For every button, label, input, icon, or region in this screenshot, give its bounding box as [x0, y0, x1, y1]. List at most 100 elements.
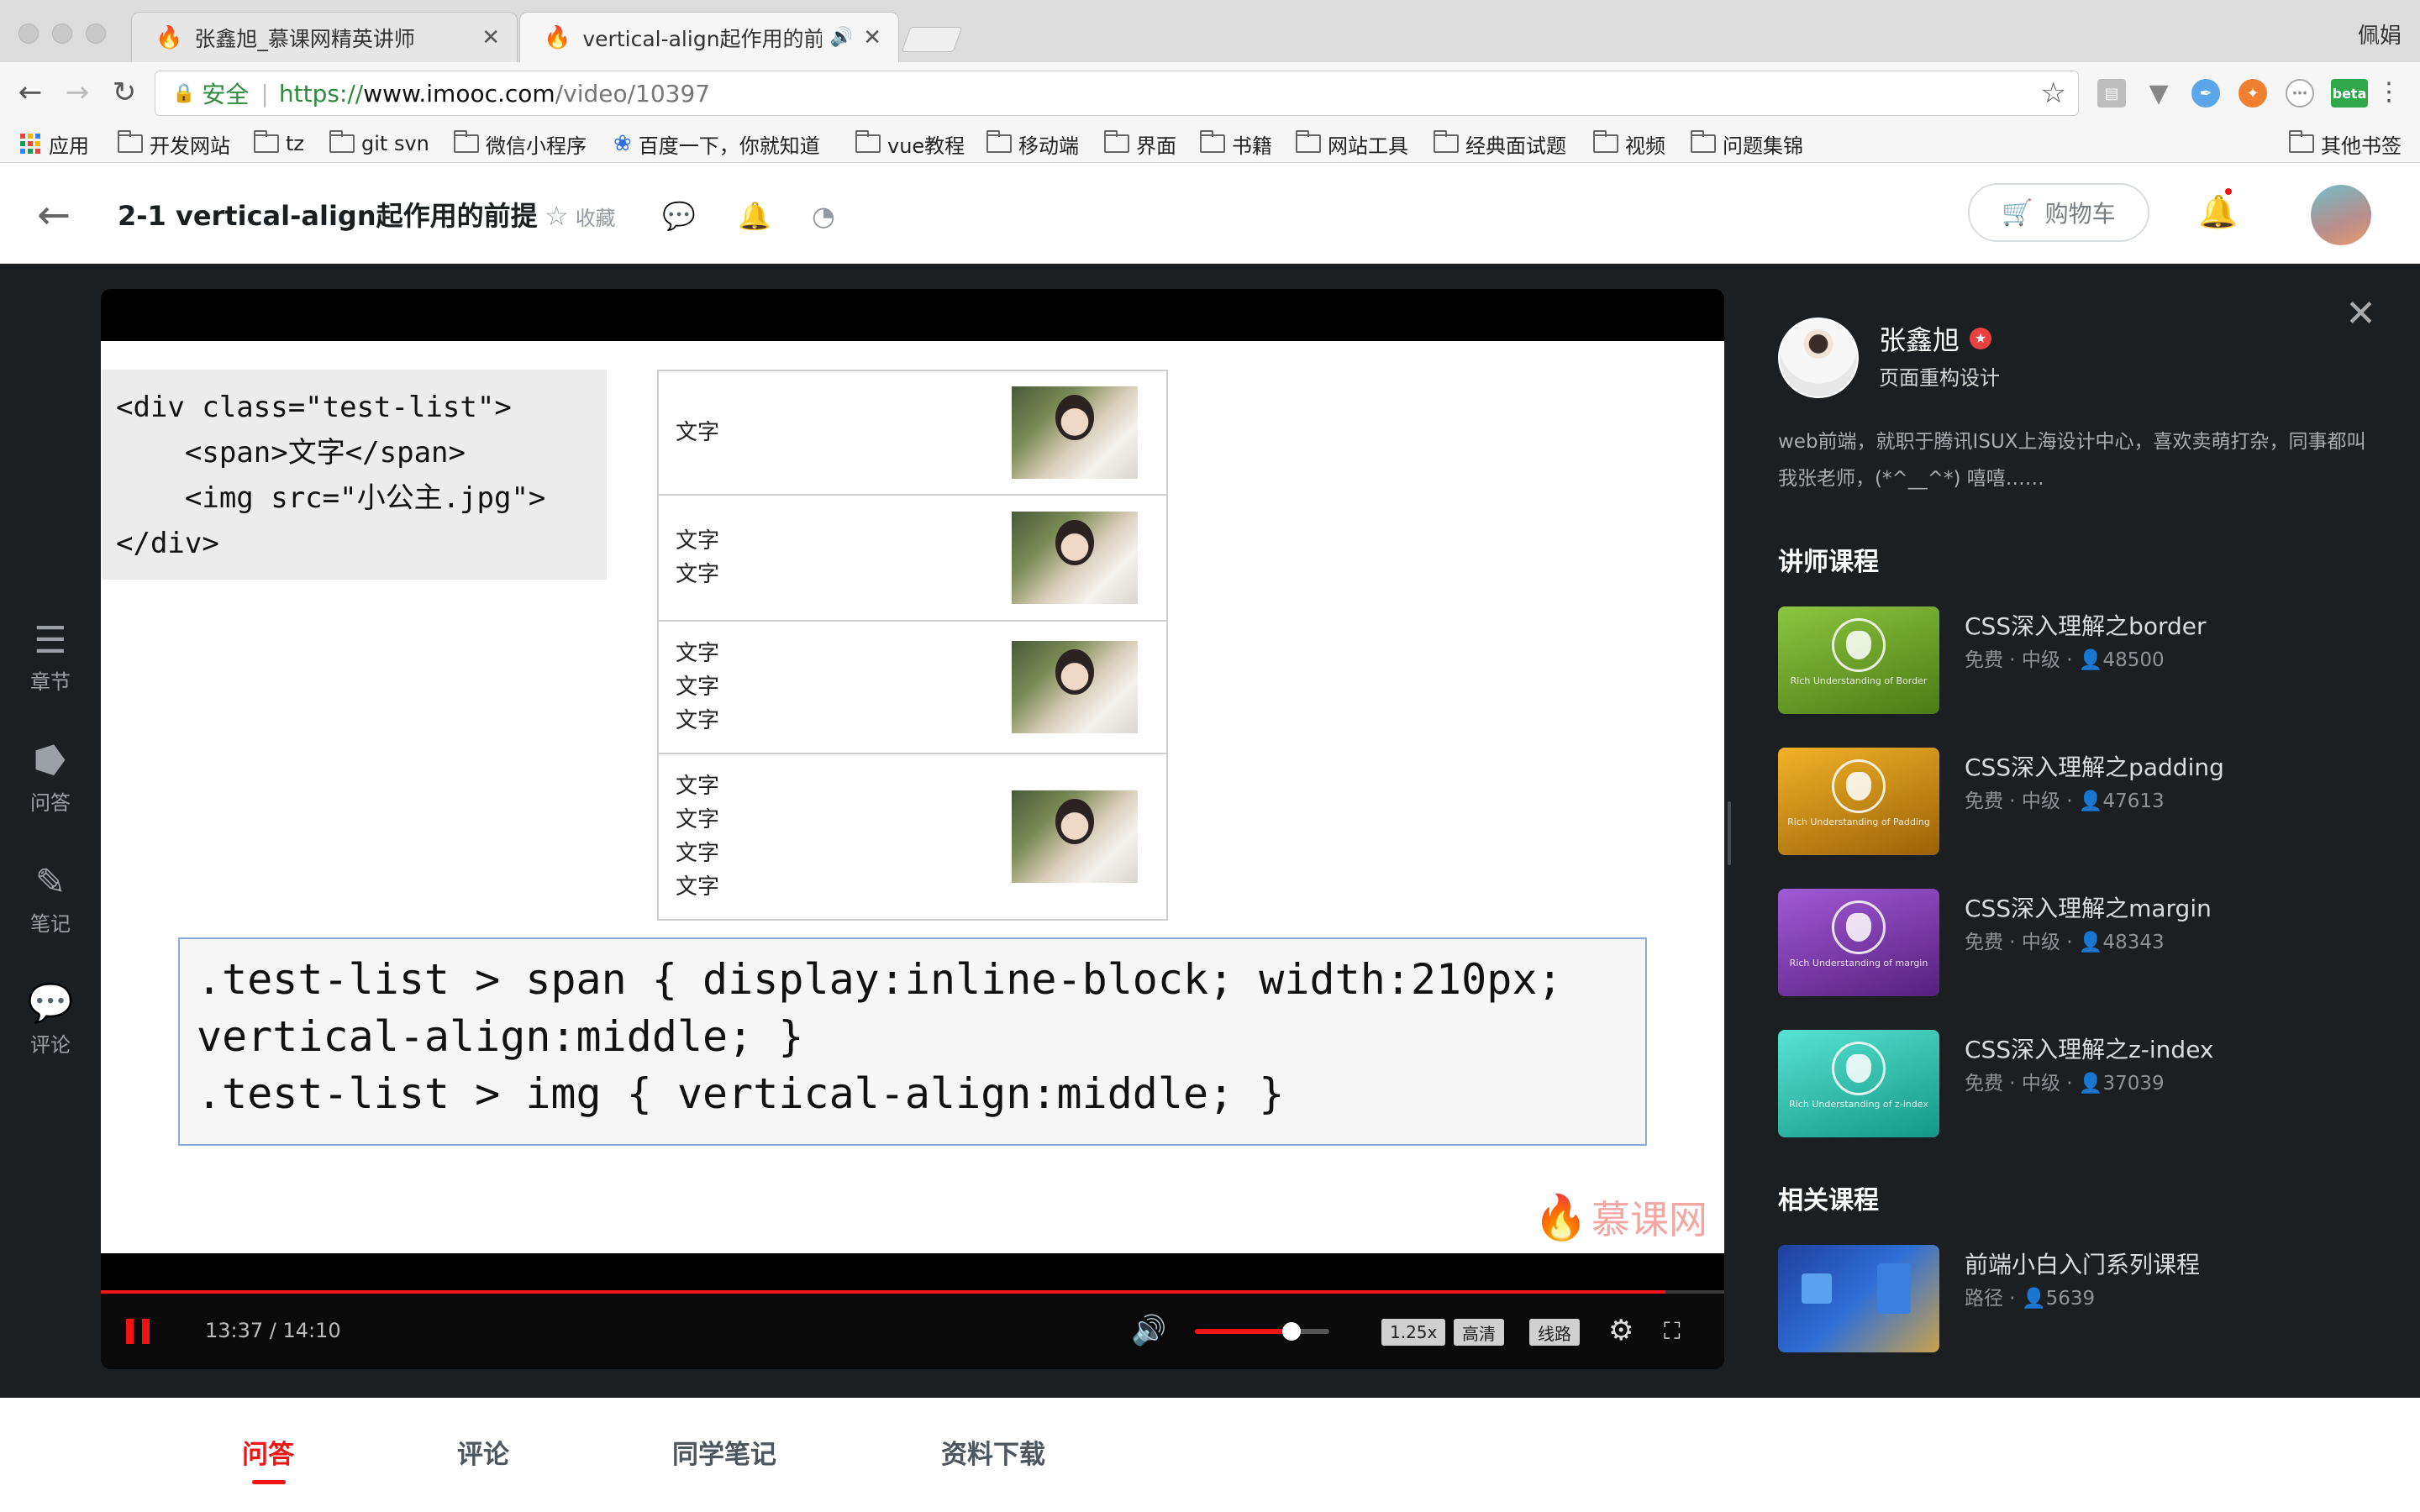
bookmark-baidu[interactable]: ❀ 百度一下，你就知道	[613, 124, 820, 163]
demo-row: 文字 文字	[659, 496, 1166, 622]
note-icon: ✎	[34, 861, 66, 904]
course-meta: 免费 · 中级 · 👤47613	[1965, 785, 2165, 813]
new-tab-button[interactable]	[901, 27, 963, 52]
fullscreen-icon[interactable]: ⛶	[1664, 1317, 1681, 1346]
volume-slider-handle[interactable]	[1282, 1322, 1302, 1341]
extension-circle-icon[interactable]: ⋯	[2286, 79, 2314, 108]
cart-button[interactable]: 🛒 购物车	[1968, 183, 2149, 242]
sidebar-item-comments[interactable]: 💬 评论	[20, 983, 81, 1058]
bookmark-apps[interactable]: 应用	[20, 124, 89, 163]
bookmark-folder[interactable]: tz	[254, 124, 304, 163]
teacher-info-panel: ✕ 张鑫旭 ★ 页面重构设计 web前端，就职于腾讯ISUX上海设计中心，喜欢卖…	[1758, 264, 2420, 1398]
active-tab-indicator	[252, 1480, 286, 1484]
address-bar[interactable]: 🔒 安全 | https://www.imooc.com/video/10397…	[155, 71, 2079, 116]
css-code-snippet: .test-list > span { display:inline-block…	[178, 937, 1647, 1146]
browser-tab-active[interactable]: 🔥 vertical-align起作用的前提， 🔊 ✕	[519, 12, 899, 62]
bookmark-folder[interactable]: git svn	[329, 124, 429, 163]
bookmark-label: 问题集锦	[1723, 134, 1803, 158]
user-avatar[interactable]	[2311, 185, 2371, 245]
bookmark-folder[interactable]: 网站工具	[1296, 124, 1408, 163]
time-display: 13:37 / 14:10	[205, 1319, 341, 1342]
course-name: CSS深入理解之border	[1965, 612, 2207, 640]
verified-badge-icon: ★	[1970, 328, 1992, 349]
volume-icon[interactable]: 🔊	[1131, 1314, 1166, 1347]
browser-tab[interactable]: 🔥 张鑫旭_慕课网精英讲师 ✕	[131, 12, 518, 62]
extension-vue-icon[interactable]: ▼	[2144, 79, 2173, 108]
tab-qa[interactable]: 问答	[242, 1433, 294, 1471]
url-host: www.imooc.com	[363, 79, 555, 108]
comment-icon: 💬	[27, 982, 74, 1025]
browser-menu-icon[interactable]: ⋮	[2376, 77, 2402, 107]
sidebar-item-qa[interactable]: ⭓ 问答	[20, 741, 81, 816]
settings-gear-icon[interactable]: ⚙	[1608, 1314, 1634, 1347]
extension-beta-icon[interactable]: beta	[2331, 79, 2368, 108]
bookmark-folder[interactable]: 移动端	[986, 124, 1079, 163]
notification-bell-icon[interactable]: 🔔	[2198, 193, 2238, 231]
extension-feather-icon[interactable]: ✒	[2191, 79, 2220, 108]
bookmark-folder[interactable]: vue教程	[855, 124, 965, 163]
back-icon[interactable]: ←	[12, 74, 49, 111]
extension-orange-icon[interactable]: ✦	[2238, 79, 2267, 108]
bookmark-star-icon[interactable]: ☆	[2041, 76, 2066, 110]
bookmark-folder[interactable]: 视频	[1593, 124, 1665, 163]
tab-classmate-notes[interactable]: 同学笔记	[672, 1433, 776, 1471]
bookmark-folder[interactable]: 书籍	[1200, 124, 1272, 163]
folder-icon	[986, 130, 1012, 153]
course-level: 免费 · 中级 ·	[1965, 790, 2079, 812]
close-tab-icon[interactable]: ✕	[481, 25, 500, 50]
course-thumbnail: Rich Understanding of z-index	[1778, 1030, 1939, 1137]
teacher-name[interactable]: 张鑫旭 ★	[1879, 319, 1992, 358]
sidebar-item-chapters[interactable]: ☰ 章节	[20, 620, 81, 695]
student-icon: 👤	[2078, 932, 2103, 953]
collect-button[interactable]: ☆ 收藏	[544, 200, 616, 232]
course-type: 路径 ·	[1965, 1288, 2022, 1310]
window-zoom-button[interactable]	[86, 24, 106, 44]
bookmark-folder[interactable]: 界面	[1104, 124, 1176, 163]
tab-comments[interactable]: 评论	[457, 1433, 509, 1471]
bookmark-label: 书籍	[1232, 134, 1272, 158]
bookmark-folder[interactable]: 经典面试题	[1434, 124, 1566, 163]
back-arrow-icon[interactable]: ←	[37, 192, 71, 239]
speed-button[interactable]: 1.25x	[1381, 1319, 1446, 1346]
folder-icon	[2289, 130, 2314, 153]
forward-icon[interactable]: →	[59, 74, 96, 111]
html-code-snippet: <div class="test-list"> <span>文字</span> …	[103, 370, 607, 580]
student-icon: 👤	[2078, 1073, 2103, 1095]
folder-icon	[1200, 130, 1225, 153]
close-icon[interactable]: ✕	[2345, 292, 2376, 335]
course-item[interactable]: 前端小白入门系列课程 路径 · 👤5639	[1778, 1245, 2400, 1352]
browser-profile-name[interactable]: 佩娟	[2358, 18, 2402, 50]
quality-button[interactable]: 高清	[1454, 1319, 1504, 1346]
course-item[interactable]: Rich Understanding of margin CSS深入理解之mar…	[1778, 889, 2400, 996]
bookmark-label: 微信小程序	[486, 134, 587, 158]
close-tab-icon[interactable]: ✕	[863, 25, 881, 50]
video-stage: ☰ 章节 ⭓ 问答 ✎ 笔记 💬 评论 <div class="test-lis…	[0, 264, 2420, 1398]
window-minimize-button[interactable]	[52, 24, 72, 44]
bookmark-label: 开发网站	[150, 134, 230, 158]
browser-toolbar: ← → ↻ 🔒 安全 | https://www.imooc.com/video…	[0, 62, 2420, 124]
bookmark-folder[interactable]: 开发网站	[118, 124, 230, 163]
path-block-graphic	[1802, 1273, 1832, 1304]
course-name: CSS深入理解之margin	[1965, 895, 2212, 922]
course-item[interactable]: Rich Understanding of Padding CSS深入理解之pa…	[1778, 748, 2400, 855]
tab-downloads[interactable]: 资料下载	[941, 1433, 1045, 1471]
bookmark-folder[interactable]: 微信小程序	[454, 124, 587, 163]
line-button[interactable]: 线路	[1529, 1319, 1580, 1346]
video-player[interactable]: <div class="test-list"> <span>文字</span> …	[101, 289, 1724, 1369]
sidebar-item-notes[interactable]: ✎ 笔记	[20, 862, 81, 937]
volume-level	[1195, 1329, 1292, 1334]
teacher-avatar[interactable]	[1778, 318, 1859, 398]
window-close-button[interactable]	[18, 24, 39, 44]
weibo-share-button[interactable]: ◔	[812, 200, 842, 232]
qq-share-button[interactable]: 🔔	[738, 200, 778, 232]
course-item[interactable]: Rich Understanding of Border CSS深入理解之bor…	[1778, 606, 2400, 714]
bookmark-folder[interactable]: 问题集锦	[1691, 124, 1803, 163]
reload-icon[interactable]: ↻	[106, 74, 143, 111]
extension-pdf-icon[interactable]: ▤	[2097, 79, 2126, 108]
panel-resize-handle[interactable]	[1728, 801, 1731, 865]
course-item[interactable]: Rich Understanding of z-index CSS深入理解之z-…	[1778, 1030, 2400, 1137]
pause-button[interactable]	[126, 1319, 150, 1344]
audio-playing-icon[interactable]: 🔊	[830, 27, 853, 48]
other-bookmarks[interactable]: 其他书签	[2289, 124, 2402, 163]
wechat-share-button[interactable]: 💬	[662, 200, 702, 232]
